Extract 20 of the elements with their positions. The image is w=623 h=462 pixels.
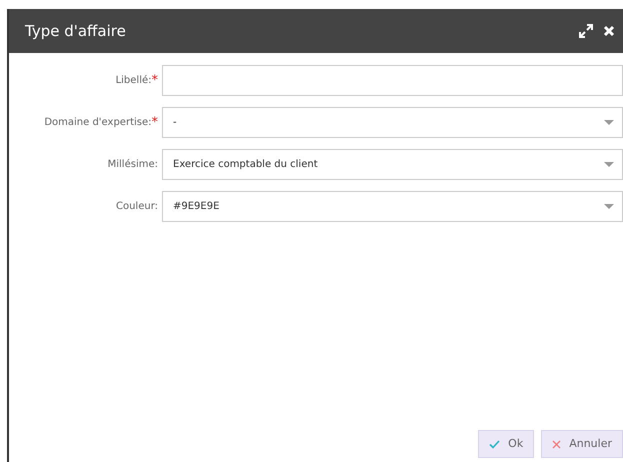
maximize-icon[interactable]	[579, 24, 593, 38]
close-icon[interactable]	[603, 25, 615, 37]
cancel-button[interactable]: Annuler	[541, 430, 623, 458]
dropdown-field[interactable]: -	[162, 107, 623, 138]
close-icon	[552, 440, 562, 448]
field-label: Millésime:	[108, 158, 158, 172]
check-icon	[489, 440, 500, 448]
field-label: Domaine d'expertise:	[44, 116, 152, 130]
caret-icon	[604, 204, 614, 210]
field-label: Libellé:	[116, 74, 152, 88]
window-title: Type d'affaire	[25, 20, 127, 42]
dropdown-field[interactable]: #9E9E9E	[162, 191, 623, 222]
input-field[interactable]	[162, 65, 623, 96]
ok-button[interactable]: Ok	[478, 430, 534, 458]
required-mark: *	[152, 116, 158, 129]
dropdown-field[interactable]: Exercice comptable du client	[162, 149, 623, 180]
required-mark: *	[152, 74, 158, 87]
caret-icon	[604, 120, 614, 126]
caret-icon	[604, 162, 614, 168]
field-label: Couleur:	[116, 200, 158, 214]
